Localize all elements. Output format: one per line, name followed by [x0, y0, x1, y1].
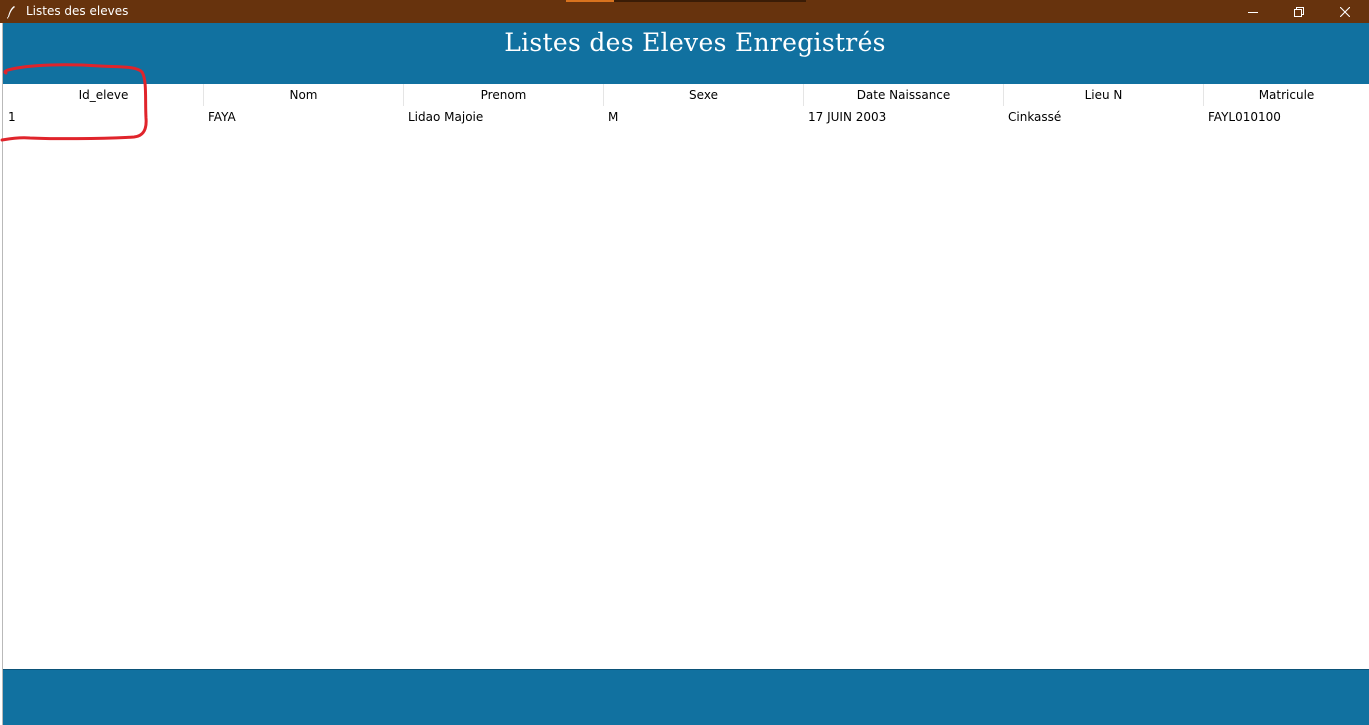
minimize-icon	[1248, 7, 1258, 17]
close-icon	[1340, 6, 1350, 17]
column-header-lieu-n[interactable]: Lieu N	[1004, 84, 1204, 106]
cell-nom: FAYA	[208, 110, 236, 124]
column-header-sexe[interactable]: Sexe	[604, 84, 804, 106]
window-title: Listes des eleves	[26, 4, 129, 18]
restore-icon	[1294, 6, 1304, 17]
column-header-matricule[interactable]: Matricule	[1204, 84, 1369, 106]
cell-date-naissance: 17 JUIN 2003	[808, 110, 887, 124]
cell-lieu-n: Cinkassé	[1008, 110, 1062, 124]
main-window: Listes des eleves Listes des Eleves Enre…	[0, 0, 1369, 725]
cell-prenom: Lidao Majoie	[408, 110, 484, 124]
cell-id-eleve: 1	[8, 110, 16, 124]
column-header-date-naissance[interactable]: Date Naissance	[804, 84, 1004, 106]
column-header-prenom[interactable]: Prenom	[404, 84, 604, 106]
cell-sexe: M	[608, 110, 619, 124]
taskbar-accent	[566, 0, 614, 2]
column-header-nom[interactable]: Nom	[204, 84, 404, 106]
close-button[interactable]	[1322, 0, 1368, 23]
restore-button[interactable]	[1276, 0, 1322, 23]
footer-banner	[3, 669, 1369, 725]
table-row[interactable]: 1 FAYA Lidao Majoie M 17 JUIN 2003 Cinka…	[4, 106, 1369, 129]
feather-icon	[6, 4, 16, 19]
table-header: Id_eleve Nom Prenom Sexe Date Naissance …	[4, 84, 1369, 106]
minimize-button[interactable]	[1230, 0, 1276, 23]
cell-matricule: FAYL010100	[1208, 110, 1281, 124]
page-title: Listes des Eleves Enregistrés	[504, 28, 886, 57]
taskbar-accent-dark	[614, 0, 806, 2]
header-banner: Listes des Eleves Enregistrés	[3, 23, 1369, 84]
students-table[interactable]: Id_eleve Nom Prenom Sexe Date Naissance …	[4, 84, 1369, 669]
column-header-id-eleve[interactable]: Id_eleve	[4, 84, 204, 106]
table-body: 1 FAYA Lidao Majoie M 17 JUIN 2003 Cinka…	[4, 106, 1369, 129]
title-bar[interactable]: Listes des eleves	[0, 0, 1369, 23]
window-left-border	[0, 23, 3, 725]
